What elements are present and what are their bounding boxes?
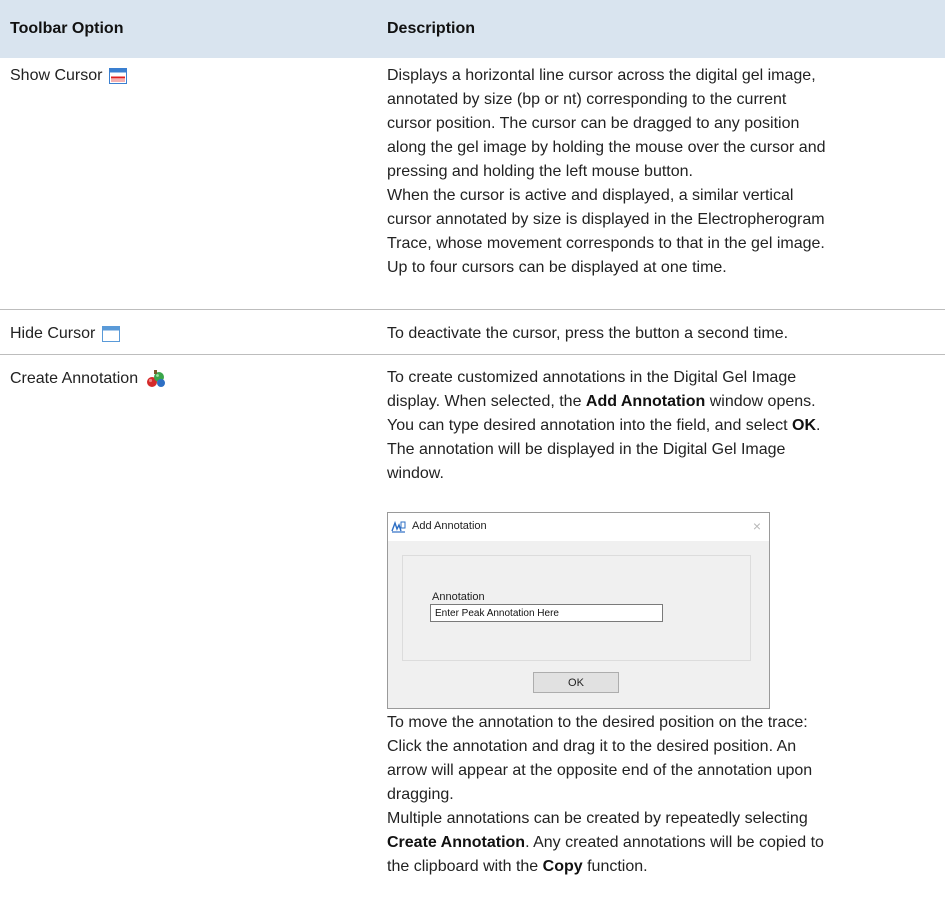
option-show-cursor: Show Cursor [10, 66, 128, 86]
header-description: Description [387, 20, 476, 37]
description-show-cursor: Displays a horizontal line cursor across… [387, 67, 826, 276]
option-label: Create Annotation [10, 370, 139, 387]
hide-cursor-icon [102, 326, 121, 342]
create-annotation-ref: Create Annotation [387, 834, 526, 851]
description-create-annotation-more: To move the annotation to the desired po… [387, 714, 824, 875]
header-toolbar-option: Toolbar Option [10, 20, 124, 37]
option-create-annotation: Create Annotation [10, 369, 167, 389]
add-annotation-ref: Add Annotation [585, 393, 706, 410]
app-icon [391, 520, 406, 533]
table-header: Toolbar Option Description [0, 0, 945, 58]
close-icon[interactable]: × [753, 518, 761, 534]
option-label: Show Cursor [10, 67, 103, 84]
show-cursor-icon [109, 68, 128, 84]
dialog-titlebar: Add Annotation × [388, 513, 769, 541]
ok-ref: OK [792, 417, 817, 434]
copy-ref: Copy [542, 858, 583, 875]
ok-button[interactable]: OK [533, 672, 619, 693]
add-annotation-dialog: Add Annotation × Annotation Enter Peak A… [387, 512, 770, 709]
description-hide-cursor: To deactivate the cursor, press the butt… [387, 325, 789, 342]
row-divider [0, 354, 945, 355]
annotation-input[interactable]: Enter Peak Annotation Here [430, 604, 663, 622]
create-annotation-icon [145, 369, 167, 389]
annotation-field-label: Annotation [432, 591, 485, 603]
description-create-annotation: To create customized annotations in the … [387, 369, 821, 482]
option-label: Hide Cursor [10, 325, 96, 342]
row-divider [0, 309, 945, 310]
option-hide-cursor: Hide Cursor [10, 324, 121, 344]
dialog-title: Add Annotation [412, 520, 487, 532]
